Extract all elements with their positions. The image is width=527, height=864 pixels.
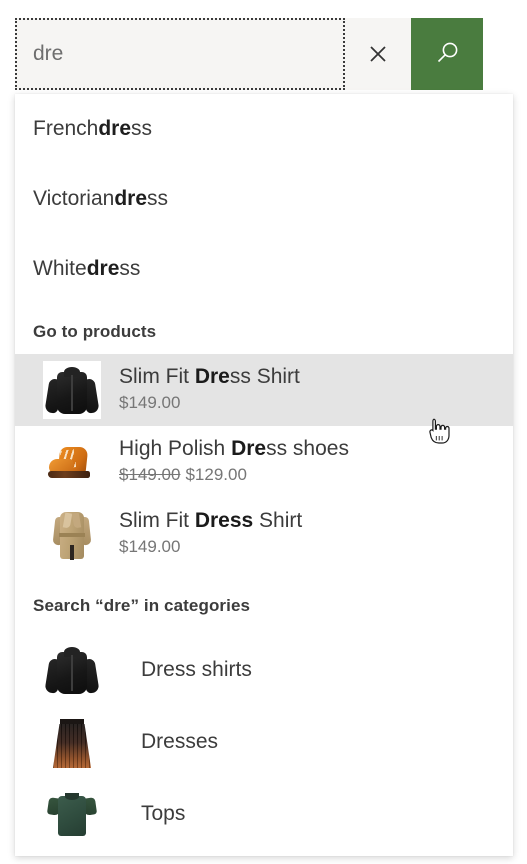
dress-shirt-black-thumb bbox=[43, 641, 101, 699]
suggestion-text-prefix: Victorian bbox=[33, 187, 115, 210]
search-autocomplete-screen: French dress Victorian dress White dress… bbox=[0, 0, 527, 864]
product-result-row[interactable]: Slim Fit Dress Shirt $149.00 bbox=[15, 498, 513, 570]
suggestion-item[interactable]: Victorian dre ss bbox=[15, 164, 513, 234]
pleated-skirt-thumb bbox=[43, 713, 101, 771]
product-name-prefix: High Polish bbox=[119, 437, 232, 461]
suggestion-text-suffix: ss bbox=[131, 117, 153, 140]
product-price-current: $149.00 bbox=[119, 392, 181, 412]
search-icon bbox=[431, 38, 463, 70]
suggestion-text-match: dre bbox=[98, 117, 132, 140]
category-result-row[interactable]: Dress shirts bbox=[15, 634, 513, 706]
green-tshirt-thumb bbox=[43, 785, 101, 843]
suggestion-text-prefix: French bbox=[33, 117, 99, 140]
categories-section-header: Search “dre” in categories bbox=[33, 596, 251, 615]
product-price: $149.00 bbox=[119, 392, 300, 415]
product-name: High Polish Dress shoes bbox=[119, 437, 349, 462]
product-result-row[interactable]: Slim Fit Dress Shirt $149.00 bbox=[15, 354, 513, 426]
category-result-row[interactable]: Tops bbox=[15, 778, 513, 850]
category-label: Tops bbox=[141, 802, 186, 825]
dress-shoes-orange-thumb bbox=[43, 433, 101, 491]
trench-coat-tan-thumb bbox=[43, 505, 101, 563]
product-price-original: $149.00 bbox=[119, 464, 181, 484]
search-form bbox=[15, 18, 483, 90]
product-name-suffix: Shirt bbox=[253, 509, 303, 533]
product-name: Slim Fit Dress Shirt bbox=[119, 509, 302, 534]
dress-shirt-black-thumb bbox=[43, 361, 101, 419]
product-name-prefix: Slim Fit bbox=[119, 509, 195, 533]
category-result-row[interactable]: Dresses bbox=[15, 706, 513, 778]
close-icon bbox=[363, 39, 393, 69]
clear-search-button[interactable] bbox=[345, 18, 411, 90]
product-name-prefix: Slim Fit bbox=[119, 365, 195, 389]
product-name-match: Dress bbox=[194, 509, 254, 533]
suggestion-text-match: dre bbox=[86, 257, 120, 280]
product-price-current: $149.00 bbox=[119, 536, 181, 556]
category-label: Dress shirts bbox=[141, 658, 252, 681]
product-info: High Polish Dress shoes $149.00 $129.00 bbox=[119, 437, 349, 487]
category-label: Dresses bbox=[141, 730, 219, 753]
suggestion-text-prefix: White bbox=[33, 257, 87, 280]
product-name: Slim Fit Dress Shirt bbox=[119, 365, 300, 390]
product-result-row[interactable]: High Polish Dress shoes $149.00 $129.00 bbox=[15, 426, 513, 498]
product-name-match: Dre bbox=[194, 365, 230, 389]
product-price-current: $129.00 bbox=[185, 464, 247, 484]
search-input[interactable] bbox=[15, 18, 345, 90]
product-name-suffix: ss Shirt bbox=[229, 365, 300, 389]
autocomplete-dropdown: French dre ss Victorian dre ss White dre ss… bbox=[15, 94, 513, 856]
submit-search-button[interactable] bbox=[411, 18, 483, 90]
product-name-match: Dre bbox=[231, 437, 267, 461]
product-info: Slim Fit Dress Shirt $149.00 bbox=[119, 509, 302, 559]
products-section-header: Go to products bbox=[33, 322, 157, 341]
product-price: $149.00 $129.00 bbox=[119, 464, 349, 487]
suggestion-text-suffix: ss bbox=[119, 257, 141, 280]
product-name-suffix: ss shoes bbox=[266, 437, 349, 461]
suggestion-item[interactable]: French dre ss bbox=[15, 94, 513, 164]
search-bar bbox=[0, 0, 527, 96]
suggestion-text-suffix: ss bbox=[147, 187, 169, 210]
product-price: $149.00 bbox=[119, 536, 302, 559]
product-info: Slim Fit Dress Shirt $149.00 bbox=[119, 365, 300, 415]
suggestion-text-match: dre bbox=[114, 187, 148, 210]
suggestion-item[interactable]: White dre ss bbox=[15, 234, 513, 304]
